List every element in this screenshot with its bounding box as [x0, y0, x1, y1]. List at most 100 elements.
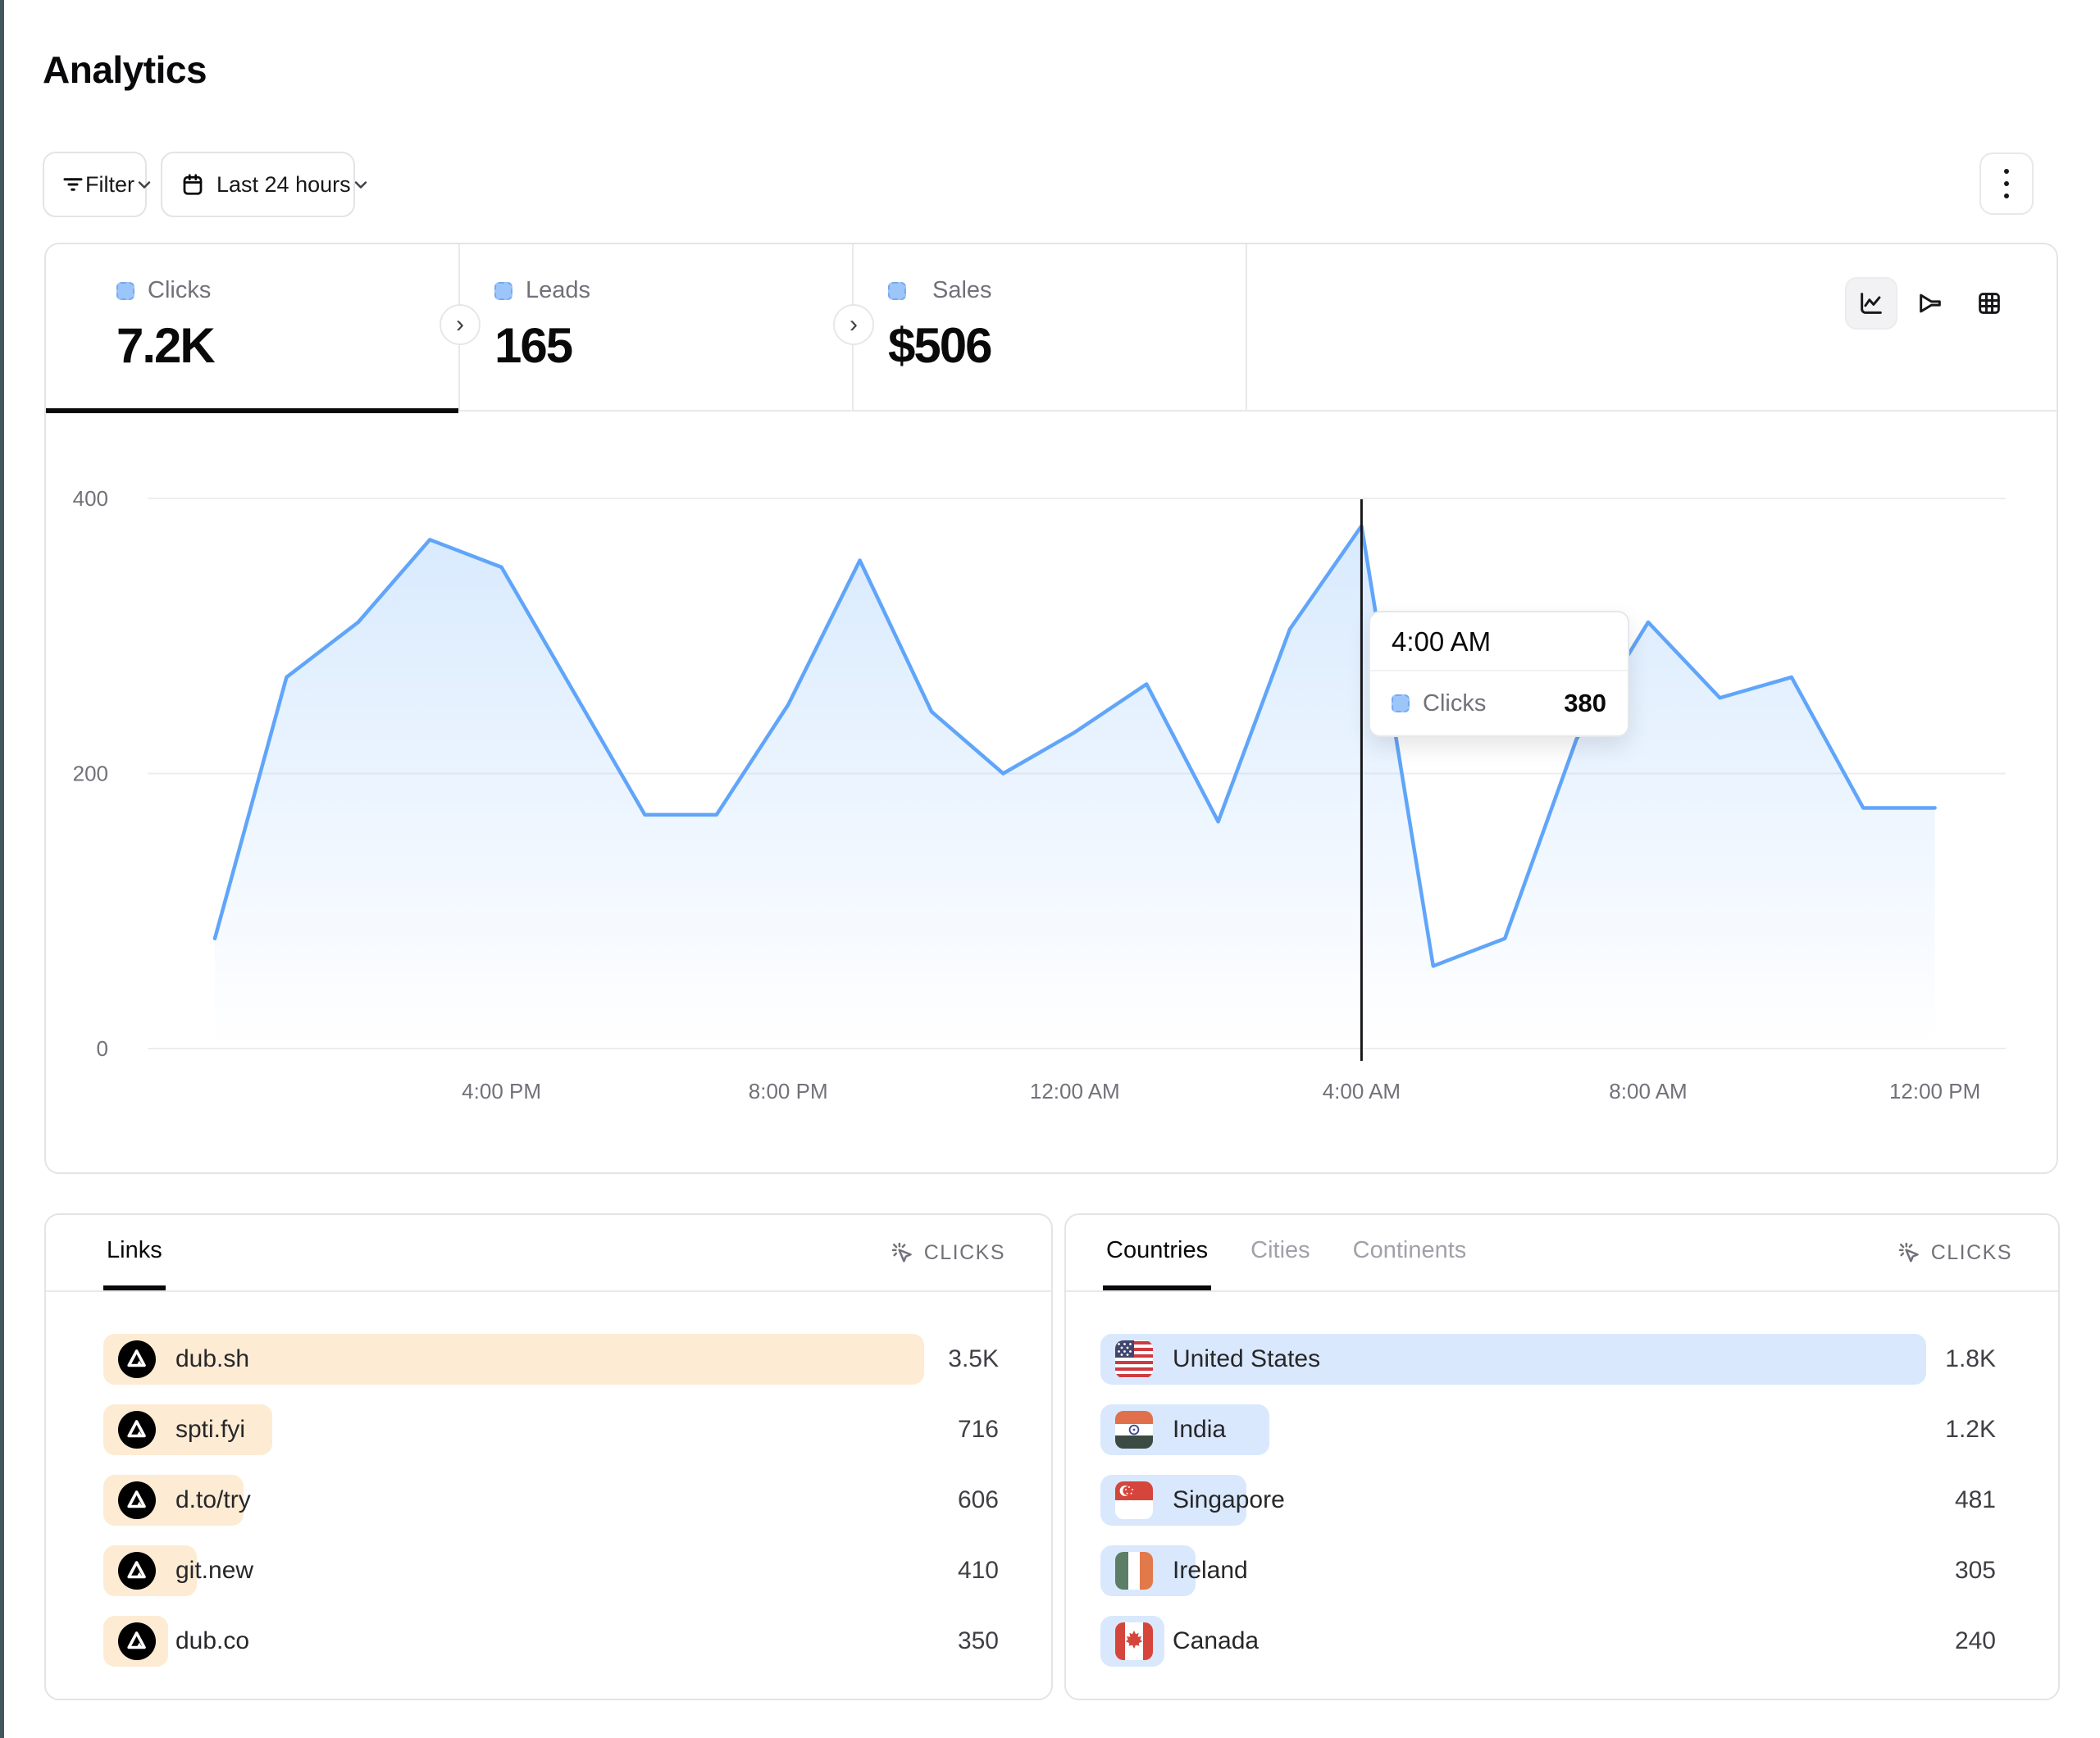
dub-logo-icon: [118, 1622, 156, 1660]
row-label: Ireland: [1173, 1557, 1248, 1585]
kebab-icon: [2004, 169, 2009, 174]
dub-logo-icon: [118, 1481, 156, 1519]
us-flag-icon: [1115, 1340, 1153, 1378]
metric-label: CLICKS: [924, 1241, 1005, 1265]
list-item[interactable]: spti.fyi 716: [103, 1404, 999, 1455]
list-item[interactable]: d.to/try 606: [103, 1475, 999, 1526]
list-item[interactable]: Ireland 305: [1100, 1545, 1996, 1596]
more-options-button[interactable]: [1979, 152, 2034, 215]
in-flag-icon: [1115, 1411, 1153, 1449]
expand-leads-chevron[interactable]: ›: [833, 304, 874, 345]
svg-text:4:00 PM: 4:00 PM: [462, 1079, 541, 1103]
stat-value: $506: [888, 317, 1246, 374]
chart-canvas: 0 200 400 4:00 PM 8:00 PM 12:00 AM 4:00 AM 8:00…: [46, 412, 2060, 1176]
date-range-label: Last 24 hours: [216, 172, 351, 198]
analytics-card: Clicks 7.2K Leads 165 Sales $506 › › 020: [44, 243, 2058, 1174]
leads-legend-square: [494, 282, 512, 300]
tab-leads[interactable]: Leads 165: [460, 244, 854, 412]
calendar-icon: [180, 172, 205, 197]
list-item[interactable]: dub.co 350: [103, 1616, 999, 1667]
tooltip-legend-square: [1392, 694, 1410, 712]
row-value: 606: [958, 1486, 999, 1514]
svg-text:8:00 AM: 8:00 AM: [1609, 1079, 1687, 1103]
links-list: dub.sh 3.5K spti.fyi 716 d.to/try 606 gi…: [46, 1292, 1051, 1667]
chart-view-toggle: [1845, 277, 2016, 330]
stat-label: Clicks: [148, 277, 211, 304]
chevron-down-icon: [351, 175, 371, 194]
ca-flag-icon: [1115, 1622, 1153, 1660]
dub-logo-icon: [118, 1552, 156, 1590]
chevron-down-icon: [134, 175, 154, 194]
svg-text:8:00 PM: 8:00 PM: [749, 1079, 828, 1103]
svg-text:12:00 AM: 12:00 AM: [1030, 1079, 1120, 1103]
clicks-legend-square: [116, 282, 134, 300]
svg-text:12:00 PM: 12:00 PM: [1889, 1079, 1980, 1103]
page-title: Analytics: [43, 48, 207, 92]
date-range-button[interactable]: Last 24 hours: [161, 152, 355, 217]
tooltip-series: Clicks: [1423, 690, 1551, 717]
list-item[interactable]: Singapore 481: [1100, 1475, 1996, 1526]
filter-icon: [61, 172, 85, 197]
tooltip-time: 4:00 AM: [1370, 612, 1628, 671]
list-item[interactable]: India 1.2K: [1100, 1404, 1996, 1455]
cursor-click-icon: [1897, 1240, 1921, 1265]
row-value: 350: [958, 1627, 999, 1655]
row-value: 716: [958, 1416, 999, 1444]
stat-tabs: Clicks 7.2K Leads 165 Sales $506 › ›: [46, 244, 2057, 412]
cursor-click-icon: [890, 1240, 914, 1265]
countries-list: United States 1.8K India 1.2K Singapore …: [1066, 1292, 2058, 1667]
expand-clicks-chevron[interactable]: ›: [440, 304, 481, 345]
row-label: spti.fyi: [175, 1416, 245, 1444]
countries-metric-select[interactable]: CLICKS: [1897, 1240, 2012, 1265]
list-item[interactable]: dub.sh 3.5K: [103, 1334, 999, 1385]
metric-label: CLICKS: [1931, 1241, 2012, 1265]
svg-text:4:00 AM: 4:00 AM: [1323, 1079, 1401, 1103]
line-chart-view-button[interactable]: [1845, 277, 1897, 330]
links-panel: Links CLICKS dub.sh 3.5K spti.fyi 716 d.…: [44, 1213, 1053, 1700]
stat-value: 165: [494, 317, 852, 374]
funnel-view-button[interactable]: [1904, 277, 1957, 330]
row-label: India: [1173, 1416, 1226, 1444]
svg-text:0: 0: [97, 1036, 108, 1061]
svg-text:400: 400: [73, 486, 108, 511]
row-label: United States: [1173, 1345, 1320, 1373]
list-item[interactable]: United States 1.8K: [1100, 1334, 1996, 1385]
stat-value: 7.2K: [116, 317, 458, 374]
links-metric-select[interactable]: CLICKS: [890, 1240, 1005, 1265]
table-view-button[interactable]: [1963, 277, 2016, 330]
row-value: 1.8K: [1945, 1345, 1996, 1373]
row-label: git.new: [175, 1557, 253, 1585]
tab-sales[interactable]: Sales $506: [854, 244, 1247, 412]
chart-tooltip: 4:00 AM Clicks 380: [1369, 611, 1629, 737]
tooltip-value: 380: [1564, 689, 1606, 718]
row-value: 240: [1955, 1627, 1996, 1655]
row-label: d.to/try: [175, 1486, 251, 1514]
row-label: dub.sh: [175, 1345, 249, 1373]
tab-countries[interactable]: Countries: [1103, 1215, 1211, 1290]
filter-label: Filter: [85, 172, 134, 198]
row-value: 410: [958, 1557, 999, 1585]
dub-logo-icon: [118, 1411, 156, 1449]
row-value: 481: [1955, 1486, 1996, 1514]
list-item[interactable]: git.new 410: [103, 1545, 999, 1596]
tab-clicks[interactable]: Clicks 7.2K: [46, 244, 460, 412]
sg-flag-icon: [1115, 1481, 1153, 1519]
dub-logo-icon: [118, 1340, 156, 1378]
tab-links[interactable]: Links: [103, 1215, 166, 1290]
window-edge-strip: [0, 0, 4, 1738]
row-value: 305: [1955, 1557, 1996, 1585]
list-item[interactable]: Canada 240: [1100, 1616, 1996, 1667]
svg-text:200: 200: [73, 762, 108, 786]
tab-continents[interactable]: Continents: [1350, 1215, 1470, 1290]
stat-label: Sales: [932, 277, 992, 304]
clicks-area-chart[interactable]: 0 200 400 4:00 PM 8:00 PM 12:00 AM 4:00 AM 8:00…: [46, 412, 2060, 1176]
filter-button[interactable]: Filter: [43, 152, 147, 217]
row-label: Singapore: [1173, 1486, 1285, 1514]
sales-legend-square: [888, 282, 906, 300]
countries-panel: Countries Cities Continents CLICKS United …: [1064, 1213, 2060, 1700]
row-label: dub.co: [175, 1627, 249, 1655]
stat-label: Leads: [526, 277, 590, 304]
row-label: Canada: [1173, 1627, 1259, 1655]
tab-cities[interactable]: Cities: [1247, 1215, 1314, 1290]
ie-flag-icon: [1115, 1552, 1153, 1590]
